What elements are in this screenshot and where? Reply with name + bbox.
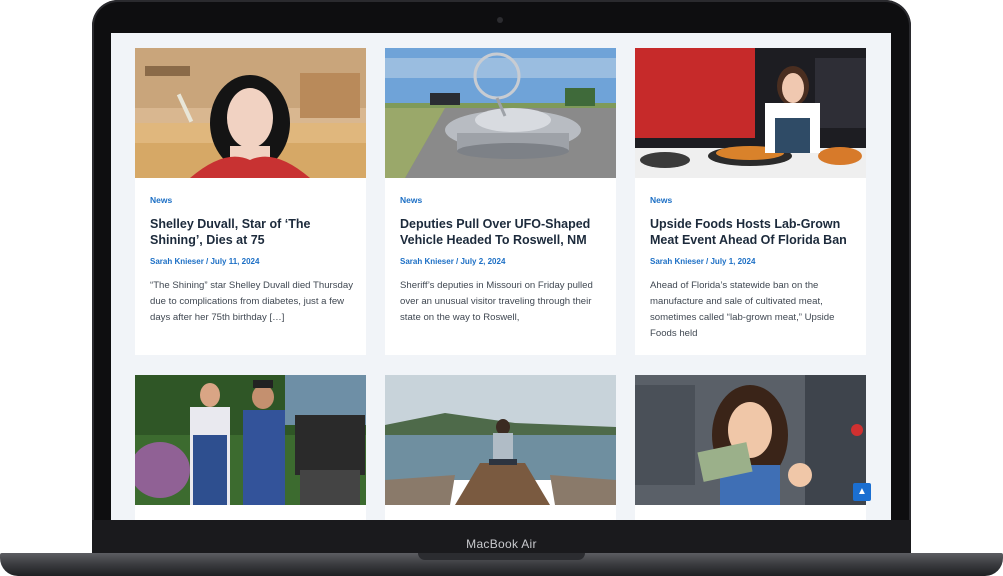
article-title-link[interactable]: Upside Foods Hosts Lab-Grown Meat Event … (650, 216, 855, 248)
article-category-link[interactable]: News (150, 195, 355, 205)
article-thumbnail[interactable] (385, 48, 616, 178)
article-body: News Shelley Duvall, Star of ‘The Shinin… (150, 195, 355, 326)
article-meta: Sarah Knieser / July 11, 2024 (150, 257, 355, 266)
laptop-notch (418, 553, 585, 560)
article-body: News Deputies Pull Over UFO-Shaped Vehic… (400, 195, 605, 326)
webcam-icon (497, 17, 503, 23)
post-date: July 1, 2024 (710, 257, 756, 266)
article-meta: Sarah Knieser / July 1, 2024 (650, 257, 855, 266)
article-thumbnail[interactable] (385, 375, 616, 505)
chevron-up-icon: ▲ (857, 486, 867, 497)
article-card[interactable]: News Upside Foods Hosts Lab-Grown Meat E… (635, 48, 866, 355)
article-thumbnail[interactable] (135, 375, 366, 505)
article-card[interactable] (635, 375, 866, 520)
article-card[interactable]: News Deputies Pull Over UFO-Shaped Vehic… (385, 48, 616, 355)
article-card[interactable]: News Shelley Duvall, Star of ‘The Shinin… (135, 48, 366, 355)
article-category-link[interactable]: News (400, 195, 605, 205)
article-card[interactable] (385, 375, 616, 520)
post-date: July 2, 2024 (460, 257, 506, 266)
author-link[interactable]: Sarah Knieser (400, 257, 454, 266)
article-excerpt: Ahead of Florida’s statewide ban on the … (650, 280, 835, 339)
article-title-link[interactable]: Shelley Duvall, Star of ‘The Shining’, D… (150, 216, 355, 248)
article-thumbnail[interactable] (135, 48, 366, 178)
author-link[interactable]: Sarah Knieser (650, 257, 704, 266)
device-brand-label: MacBook Air (466, 537, 537, 551)
article-body: News Upside Foods Hosts Lab-Grown Meat E… (650, 195, 855, 342)
article-excerpt: “The Shining” star Shelley Duvall died T… (150, 280, 353, 323)
article-thumbnail[interactable] (635, 375, 866, 505)
article-meta: Sarah Knieser / July 2, 2024 (400, 257, 605, 266)
author-link[interactable]: Sarah Knieser (150, 257, 204, 266)
scroll-to-top-button[interactable]: ▲ (853, 483, 871, 501)
article-card[interactable] (135, 375, 366, 520)
article-title-link[interactable]: Deputies Pull Over UFO-Shaped Vehicle He… (400, 216, 605, 248)
article-excerpt: Sheriff’s deputies in Missouri on Friday… (400, 280, 593, 323)
article-thumbnail[interactable] (635, 48, 866, 178)
browser-viewport: News Shelley Duvall, Star of ‘The Shinin… (111, 33, 891, 520)
article-category-link[interactable]: News (650, 195, 855, 205)
post-date: July 11, 2024 (210, 257, 260, 266)
